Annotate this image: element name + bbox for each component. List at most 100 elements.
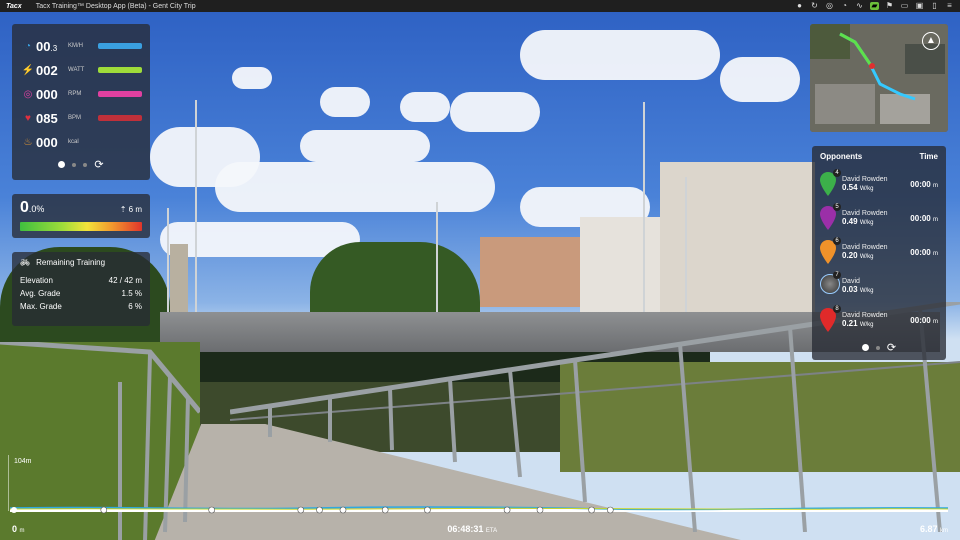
checkpoint-marker[interactable] xyxy=(381,506,389,514)
image-icon[interactable]: ▣ xyxy=(915,2,924,10)
opponent-time: 00:00 m xyxy=(910,247,938,257)
metrics-panel: ◔ 00.3 KM/H ⚡ 002 WATT ◎ 000 RPM ♥ 085 BPM ♨ 000 kcal ⟳ xyxy=(12,24,150,180)
metric-value: 000 xyxy=(36,86,58,102)
speed-sensor-icon[interactable]: ◔ xyxy=(840,2,849,10)
opponent-info: David Rowden 0.21 W/kg xyxy=(842,312,888,328)
record-icon[interactable]: ● xyxy=(795,2,804,10)
checkpoint-marker[interactable] xyxy=(503,506,511,514)
trainer-icon[interactable]: ▰ xyxy=(870,2,879,10)
menu-icon[interactable]: ≡ xyxy=(945,2,954,10)
power-bolt-icon: ⚡ xyxy=(21,64,35,76)
opponent-name: David Rowden xyxy=(842,176,888,183)
remaining-training-title: Remaining Training xyxy=(36,258,106,267)
metric-bar xyxy=(98,115,142,121)
opponent-wkg: 0.49 W/kg xyxy=(842,217,874,226)
page-dot[interactable] xyxy=(875,345,880,350)
page-dot[interactable] xyxy=(861,344,869,351)
metric-value: 002 xyxy=(36,62,58,78)
metric-unit: kcal xyxy=(68,139,79,145)
flame-icon: ♨ xyxy=(23,136,33,148)
title-bar: Tacx Tacx Training™ Desktop App (Beta) -… xyxy=(0,0,960,12)
cloud xyxy=(300,130,430,162)
remaining-value: 6 % xyxy=(128,302,142,311)
checkpoint-marker[interactable] xyxy=(339,506,347,514)
cloud xyxy=(320,87,370,117)
opponent-row[interactable]: 8 David Rowden 0.21 W/kg 00:00 m xyxy=(820,303,938,337)
sync-icon[interactable]: ↻ xyxy=(810,2,819,10)
opponent-wkg: 0.21 W/kg xyxy=(842,319,874,328)
opponent-wkg: 0.54 W/kg xyxy=(842,183,874,192)
refresh-icon[interactable]: ⟳ xyxy=(94,158,103,171)
opponent-time: 00:00 m xyxy=(910,213,938,223)
opponent-row[interactable]: 4 David Rowden 0.54 W/kg 00:00 m xyxy=(820,167,938,201)
display-icon[interactable]: ▭ xyxy=(900,2,909,10)
opponent-info: David Rowden 0.54 W/kg xyxy=(842,176,888,192)
window-title: Tacx Training™ Desktop App (Beta) - Gent… xyxy=(35,2,196,10)
building xyxy=(660,162,815,312)
start-distance: 0 m xyxy=(12,524,25,534)
map-pin-icon: 6 xyxy=(820,237,841,264)
heart-rate-icon[interactable]: ∿ xyxy=(855,2,864,10)
opponents-header: Opponents xyxy=(820,152,863,161)
checkpoint-marker[interactable] xyxy=(588,506,595,514)
cyclist-icon: 🚲︎ xyxy=(20,258,31,267)
refresh-icon[interactable]: ⟳ xyxy=(887,341,896,354)
opponent-name: David Rowden xyxy=(842,210,888,217)
checkpoint-marker[interactable] xyxy=(100,506,108,514)
metric-unit: RPM xyxy=(68,91,82,97)
remaining-value: 42 / 42 m xyxy=(108,276,142,285)
opponent-name: David xyxy=(842,278,860,285)
footer-bar: 0 m 06:48:31 ETA 6.87 km xyxy=(0,518,960,540)
opponent-info: David Rowden 0.49 W/kg xyxy=(842,210,888,226)
map-pin-icon: 5 xyxy=(820,203,841,230)
street-lamp xyxy=(643,102,645,314)
checkpoint-marker[interactable] xyxy=(316,506,323,514)
remaining-row: Avg. Grade 1.5 % xyxy=(20,289,142,302)
checkpoint-marker[interactable] xyxy=(606,506,614,514)
user-icon[interactable]: ⚑ xyxy=(885,2,894,10)
checkpoint-marker[interactable] xyxy=(536,506,544,514)
checkpoint-marker[interactable] xyxy=(297,506,305,514)
metric-row: ◎ 000 RPM xyxy=(20,82,142,106)
opponent-avatar: 7 xyxy=(820,271,841,298)
opponent-row[interactable]: 5 David Rowden 0.49 W/kg 00:00 m xyxy=(820,201,938,235)
app-logo: Tacx xyxy=(6,2,22,10)
page-dot[interactable] xyxy=(72,162,77,167)
remaining-training-panel: 🚲︎ Remaining Training Elevation 42 / 42 m… xyxy=(12,252,150,326)
street-lamp xyxy=(685,177,687,317)
title-bar-icons: ● ↻ ◎ ◔ ∿ ▰ ⚑ ▭ ▣ ▯ ≡ xyxy=(795,2,954,10)
elevation-track[interactable] xyxy=(10,504,948,514)
compass-icon[interactable]: ▲ xyxy=(922,32,940,50)
cadence-sensor-icon[interactable]: ◎ xyxy=(825,2,834,10)
metric-unit: BPM xyxy=(68,115,82,121)
metrics-pager: ⟳ xyxy=(20,158,142,171)
opponent-row[interactable]: 7 David 0.03 W/kg xyxy=(820,269,938,303)
opponent-wkg: 0.03 W/kg xyxy=(842,285,874,294)
building xyxy=(480,237,580,307)
opponent-info: David 0.03 W/kg xyxy=(842,278,873,294)
metric-bar xyxy=(98,91,142,97)
checkpoint-marker[interactable] xyxy=(424,506,431,514)
climb-indicator: ⇡ 6 m xyxy=(119,205,142,214)
cloud xyxy=(215,162,495,212)
grade-gradient-bar xyxy=(20,222,142,231)
phone-icon[interactable]: ▯ xyxy=(930,2,939,10)
page-dot[interactable] xyxy=(58,161,66,168)
checkpoint-marker[interactable] xyxy=(208,506,215,514)
opponent-wkg: 0.20 W/kg xyxy=(842,251,874,260)
eta-readout: 06:48:31 ETA xyxy=(447,524,498,534)
opponent-name: David Rowden xyxy=(842,312,888,319)
cloud xyxy=(450,92,540,132)
cloud xyxy=(400,92,450,122)
elevation-max-label: 104m xyxy=(14,458,32,465)
opponents-pager: ⟳ xyxy=(820,341,938,354)
cloud xyxy=(720,57,800,102)
metric-row: ⚡ 002 WATT xyxy=(20,58,142,82)
metric-row: ◔ 00.3 KM/H xyxy=(20,34,142,58)
route-map[interactable]: ▲ xyxy=(810,24,948,132)
total-distance: 6.87 km xyxy=(919,524,948,534)
opponent-row[interactable]: 6 David Rowden 0.20 W/kg 00:00 m xyxy=(820,235,938,269)
metric-row: ♨ 000 kcal xyxy=(20,130,142,154)
page-dot[interactable] xyxy=(83,162,88,167)
metric-value: 00.3 xyxy=(36,38,58,54)
